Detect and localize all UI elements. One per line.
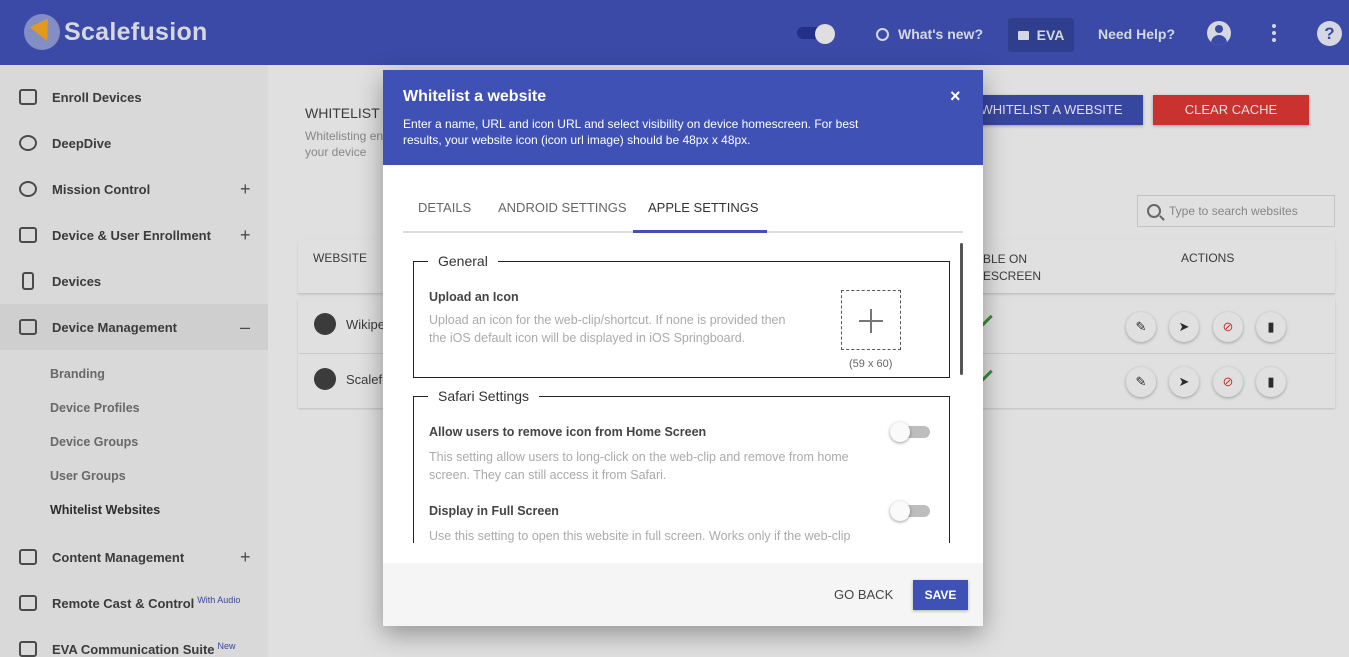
whitelist-website-dialog: Whitelist a website Enter a name, URL an… xyxy=(383,70,983,626)
dialog-footer: GO BACK SAVE xyxy=(383,563,983,626)
upload-icon-button[interactable] xyxy=(841,290,901,350)
dialog-header: Whitelist a website Enter a name, URL an… xyxy=(383,70,983,165)
topbar-shade xyxy=(0,0,1349,65)
save-button[interactable]: SAVE xyxy=(913,580,968,610)
upload-icon-size: (59 x 60) xyxy=(849,358,893,370)
upload-icon-description: Upload an icon for the web-clip/shortcut… xyxy=(429,313,786,345)
general-legend: General xyxy=(438,253,488,269)
general-section: General Upload an Icon Upload an icon fo… xyxy=(413,253,950,378)
allow-remove-title: Allow users to remove icon from Home Scr… xyxy=(429,425,707,439)
go-back-button[interactable]: GO BACK xyxy=(834,587,893,602)
safari-settings-section: Safari Settings Allow users to remove ic… xyxy=(413,388,950,543)
close-icon[interactable]: × xyxy=(950,86,961,107)
active-tab-indicator xyxy=(633,230,767,233)
apple-settings-content[interactable]: General Upload an Icon Upload an icon fo… xyxy=(403,243,963,543)
tab-apple-settings[interactable]: APPLE SETTINGS xyxy=(648,200,759,215)
dialog-description: Enter a name, URL and icon URL and selec… xyxy=(403,117,859,147)
tab-android-settings[interactable]: ANDROID SETTINGS xyxy=(498,200,627,215)
tab-details[interactable]: DETAILS xyxy=(418,200,471,215)
scrollbar[interactable] xyxy=(960,243,963,375)
full-screen-title: Display in Full Screen xyxy=(429,504,559,518)
upload-icon-title: Upload an Icon xyxy=(429,290,519,304)
allow-remove-toggle[interactable] xyxy=(890,421,934,443)
allow-remove-description: This setting allow users to long-click o… xyxy=(429,450,849,482)
dialog-title: Whitelist a website xyxy=(403,88,547,105)
safari-legend: Safari Settings xyxy=(438,388,530,404)
full-screen-toggle[interactable] xyxy=(890,500,934,522)
dialog-tabs: DETAILS ANDROID SETTINGS APPLE SETTINGS xyxy=(403,165,963,233)
full-screen-description: Use this setting to open this website in… xyxy=(429,529,851,543)
